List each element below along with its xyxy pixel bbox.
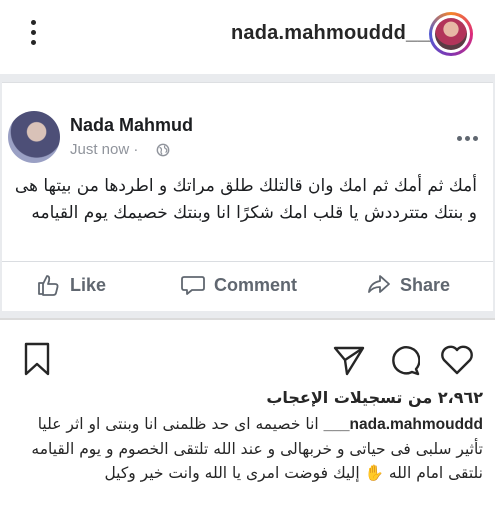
- vertical-dots-icon[interactable]: [28, 20, 38, 50]
- like-label: Like: [70, 274, 107, 295]
- post-actions: Like Comment Share: [2, 261, 493, 308]
- post-footer: ٢،٩٦٢ من تسجيلات الإعجاب nada.mahmouddd_…: [0, 318, 495, 525]
- likes-count[interactable]: ٢،٩٦٢ من تسجيلات الإعجاب: [266, 388, 483, 407]
- post-image: Nada Mahmud Just now · أمك ثم أمك ثم امك…: [0, 74, 495, 318]
- post-caption: nada.mahmouddd___ انا خصيمه اى حد ظلمنى …: [8, 412, 483, 485]
- facebook-post-card: Nada Mahmud Just now · أمك ثم أمك ثم امك…: [2, 82, 493, 311]
- bookmark-icon[interactable]: [24, 342, 50, 376]
- caption-username[interactable]: nada.mahmouddd___: [324, 416, 483, 433]
- globe-icon: [156, 143, 170, 157]
- send-icon[interactable]: [333, 344, 365, 376]
- author-avatar: [8, 111, 60, 163]
- author-name: Nada Mahmud: [70, 115, 194, 135]
- avatar[interactable]: [429, 12, 473, 56]
- post-time: Just now ·: [70, 141, 139, 158]
- comment-icon: [181, 276, 205, 295]
- comment-label: Comment: [214, 274, 298, 295]
- profile-username[interactable]: nada.mahmouddd___: [231, 22, 440, 45]
- share-icon: [368, 275, 390, 293]
- like-button[interactable]: Like: [36, 272, 106, 298]
- thumbs-up-icon: [38, 275, 59, 296]
- horizontal-dots-icon[interactable]: [457, 128, 483, 141]
- profile-header: nada.mahmouddd___: [0, 0, 495, 68]
- share-button[interactable]: Share: [366, 272, 450, 298]
- heart-icon[interactable]: [440, 345, 474, 375]
- comment-button[interactable]: Comment: [180, 272, 297, 298]
- comment-bubble-icon[interactable]: [388, 344, 420, 376]
- share-label: Share: [400, 274, 451, 295]
- post-text: أمك ثم أمك ثم امك وان قالتلك طلق مراتك و…: [14, 176, 477, 223]
